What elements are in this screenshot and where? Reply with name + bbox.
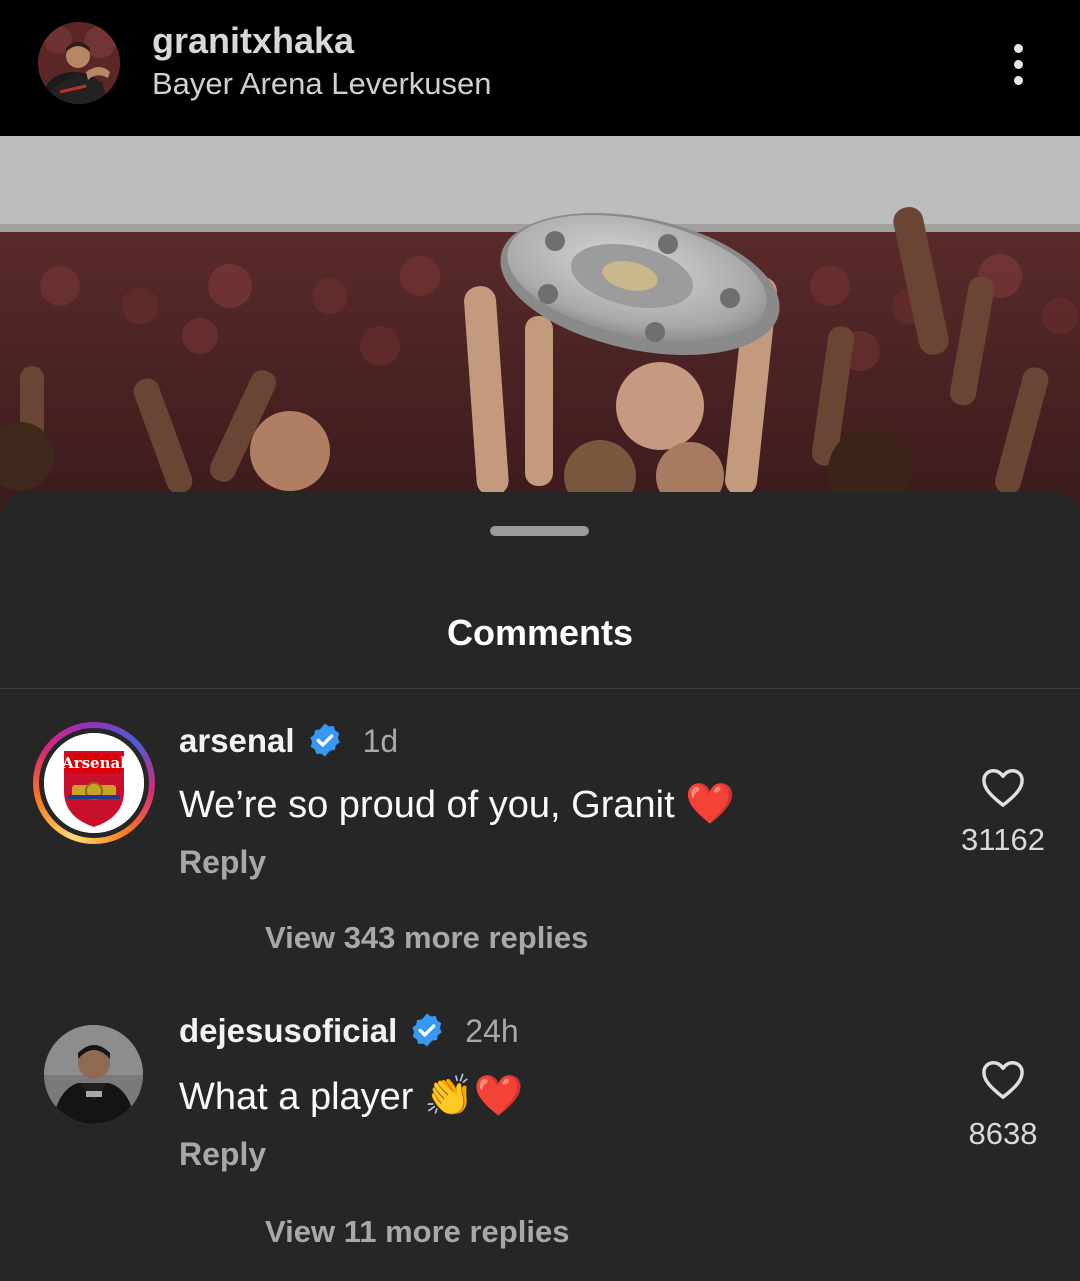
avatar-dejesusoficial[interactable] — [44, 1025, 143, 1124]
avatar-arsenal: Arsenal — [44, 733, 144, 833]
comment-time: 24h — [465, 1013, 519, 1049]
like-count: 31162 — [961, 822, 1045, 857]
comment-username[interactable]: dejesusoficial — [179, 1012, 397, 1049]
view-replies-button[interactable]: View 11 more replies — [265, 1214, 569, 1250]
sheet-title: Comments — [446, 612, 634, 653]
crest-text: Arsenal — [61, 754, 126, 772]
drag-handle[interactable] — [490, 526, 589, 536]
profile-avatar[interactable] — [38, 22, 120, 104]
heart-outline-icon[interactable] — [980, 766, 1026, 808]
reply-button[interactable]: Reply — [179, 1136, 266, 1173]
heart-emoji: ❤️ — [685, 782, 736, 826]
heart-outline-icon[interactable] — [980, 1058, 1026, 1100]
view-replies-button[interactable]: View 343 more replies — [265, 920, 588, 956]
comment-username[interactable]: arsenal — [179, 722, 295, 759]
post-header: granitxhaka Bayer Arena Leverkusen — [0, 0, 1080, 136]
story-ring[interactable]: Arsenal — [33, 722, 155, 844]
arsenal-crest-icon: Arsenal — [44, 733, 144, 833]
post-location[interactable]: Bayer Arena Leverkusen — [152, 66, 492, 102]
clap-heart-emoji: 👏❤️ — [424, 1074, 524, 1118]
post-username[interactable]: granitxhaka — [152, 20, 354, 62]
comment-text: What a player 👏❤️ — [179, 1074, 524, 1118]
verified-badge-icon — [309, 723, 340, 757]
comment-time: 1d — [362, 723, 399, 759]
comments-sheet: Comments Arsenal arsenal 1d We’re so pro… — [0, 492, 1080, 1281]
like-count: 8638 — [968, 1116, 1038, 1151]
post-photo — [0, 136, 1080, 516]
divider — [0, 688, 1080, 689]
more-vertical-icon[interactable] — [1000, 40, 1038, 90]
comment-text: We’re so proud of you, Granit ❤️ — [179, 782, 736, 826]
reply-button[interactable]: Reply — [179, 844, 266, 881]
verified-badge-icon — [412, 1013, 442, 1047]
comment-author[interactable]: arsenal 1d — [179, 722, 398, 761]
comment-author[interactable]: dejesusoficial 24h — [179, 1012, 519, 1051]
